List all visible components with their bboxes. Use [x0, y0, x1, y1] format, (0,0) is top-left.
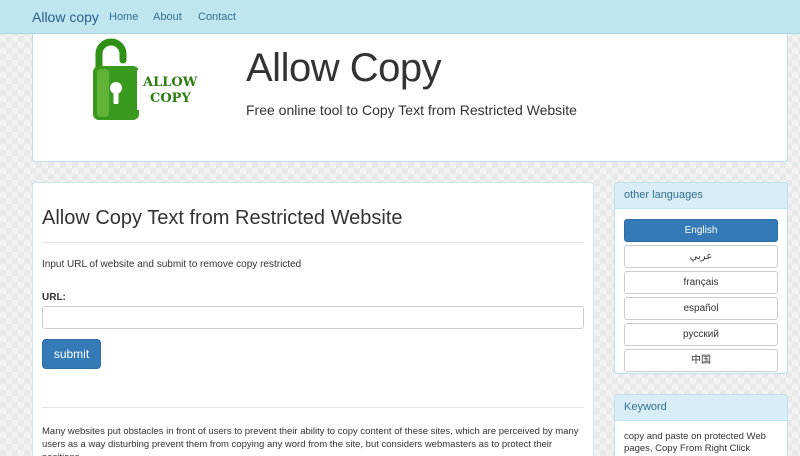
- keyword-panel: Keyword copy and paste on protected Web …: [614, 394, 788, 456]
- lang-button-arabic[interactable]: عربي: [624, 245, 778, 268]
- site-title: Allow Copy: [246, 46, 442, 90]
- divider: [42, 242, 584, 243]
- lang-button-russian[interactable]: русский: [624, 323, 778, 346]
- description-text: Many websites put obstacles in front of …: [42, 426, 579, 456]
- languages-heading: other languages: [615, 183, 787, 209]
- url-input[interactable]: [42, 306, 584, 329]
- page-title: Allow Copy Text from Restricted Website: [42, 207, 403, 229]
- top-navbar: Allow copy Home About Contact: [0, 0, 800, 34]
- lang-button-english[interactable]: English: [624, 219, 778, 242]
- brand-link[interactable]: Allow copy: [32, 9, 99, 25]
- nav-link-contact[interactable]: Contact: [198, 11, 236, 23]
- url-label: URL:: [42, 292, 66, 303]
- lang-button-spanish[interactable]: español: [624, 297, 778, 320]
- instruction-text: Input URL of website and submit to remov…: [42, 259, 302, 270]
- site-subtitle: Free online tool to Copy Text from Restr…: [246, 102, 577, 118]
- lang-button-chinese[interactable]: 中国: [624, 349, 778, 372]
- logo-text-line1: ALLOW: [142, 75, 198, 90]
- lang-button-french[interactable]: français: [624, 271, 778, 294]
- allow-copy-logo: ALLOW COPY: [93, 38, 211, 120]
- divider: [42, 407, 584, 408]
- keyword-text: copy and paste on protected Web pages, C…: [624, 431, 766, 454]
- main-panel: Allow Copy Text from Restricted Website …: [32, 182, 594, 456]
- languages-panel: other languages English عربي français es…: [614, 182, 788, 374]
- nav-link-about[interactable]: About: [153, 11, 182, 23]
- logo-text-line2: COPY: [150, 91, 191, 106]
- keyword-heading: Keyword: [615, 395, 787, 421]
- header-panel: ALLOW COPY Allow Copy Free online tool t…: [32, 34, 788, 162]
- padlock-shackle-icon: [95, 38, 127, 72]
- nav-link-home[interactable]: Home: [109, 11, 138, 23]
- submit-button[interactable]: submit: [42, 339, 101, 369]
